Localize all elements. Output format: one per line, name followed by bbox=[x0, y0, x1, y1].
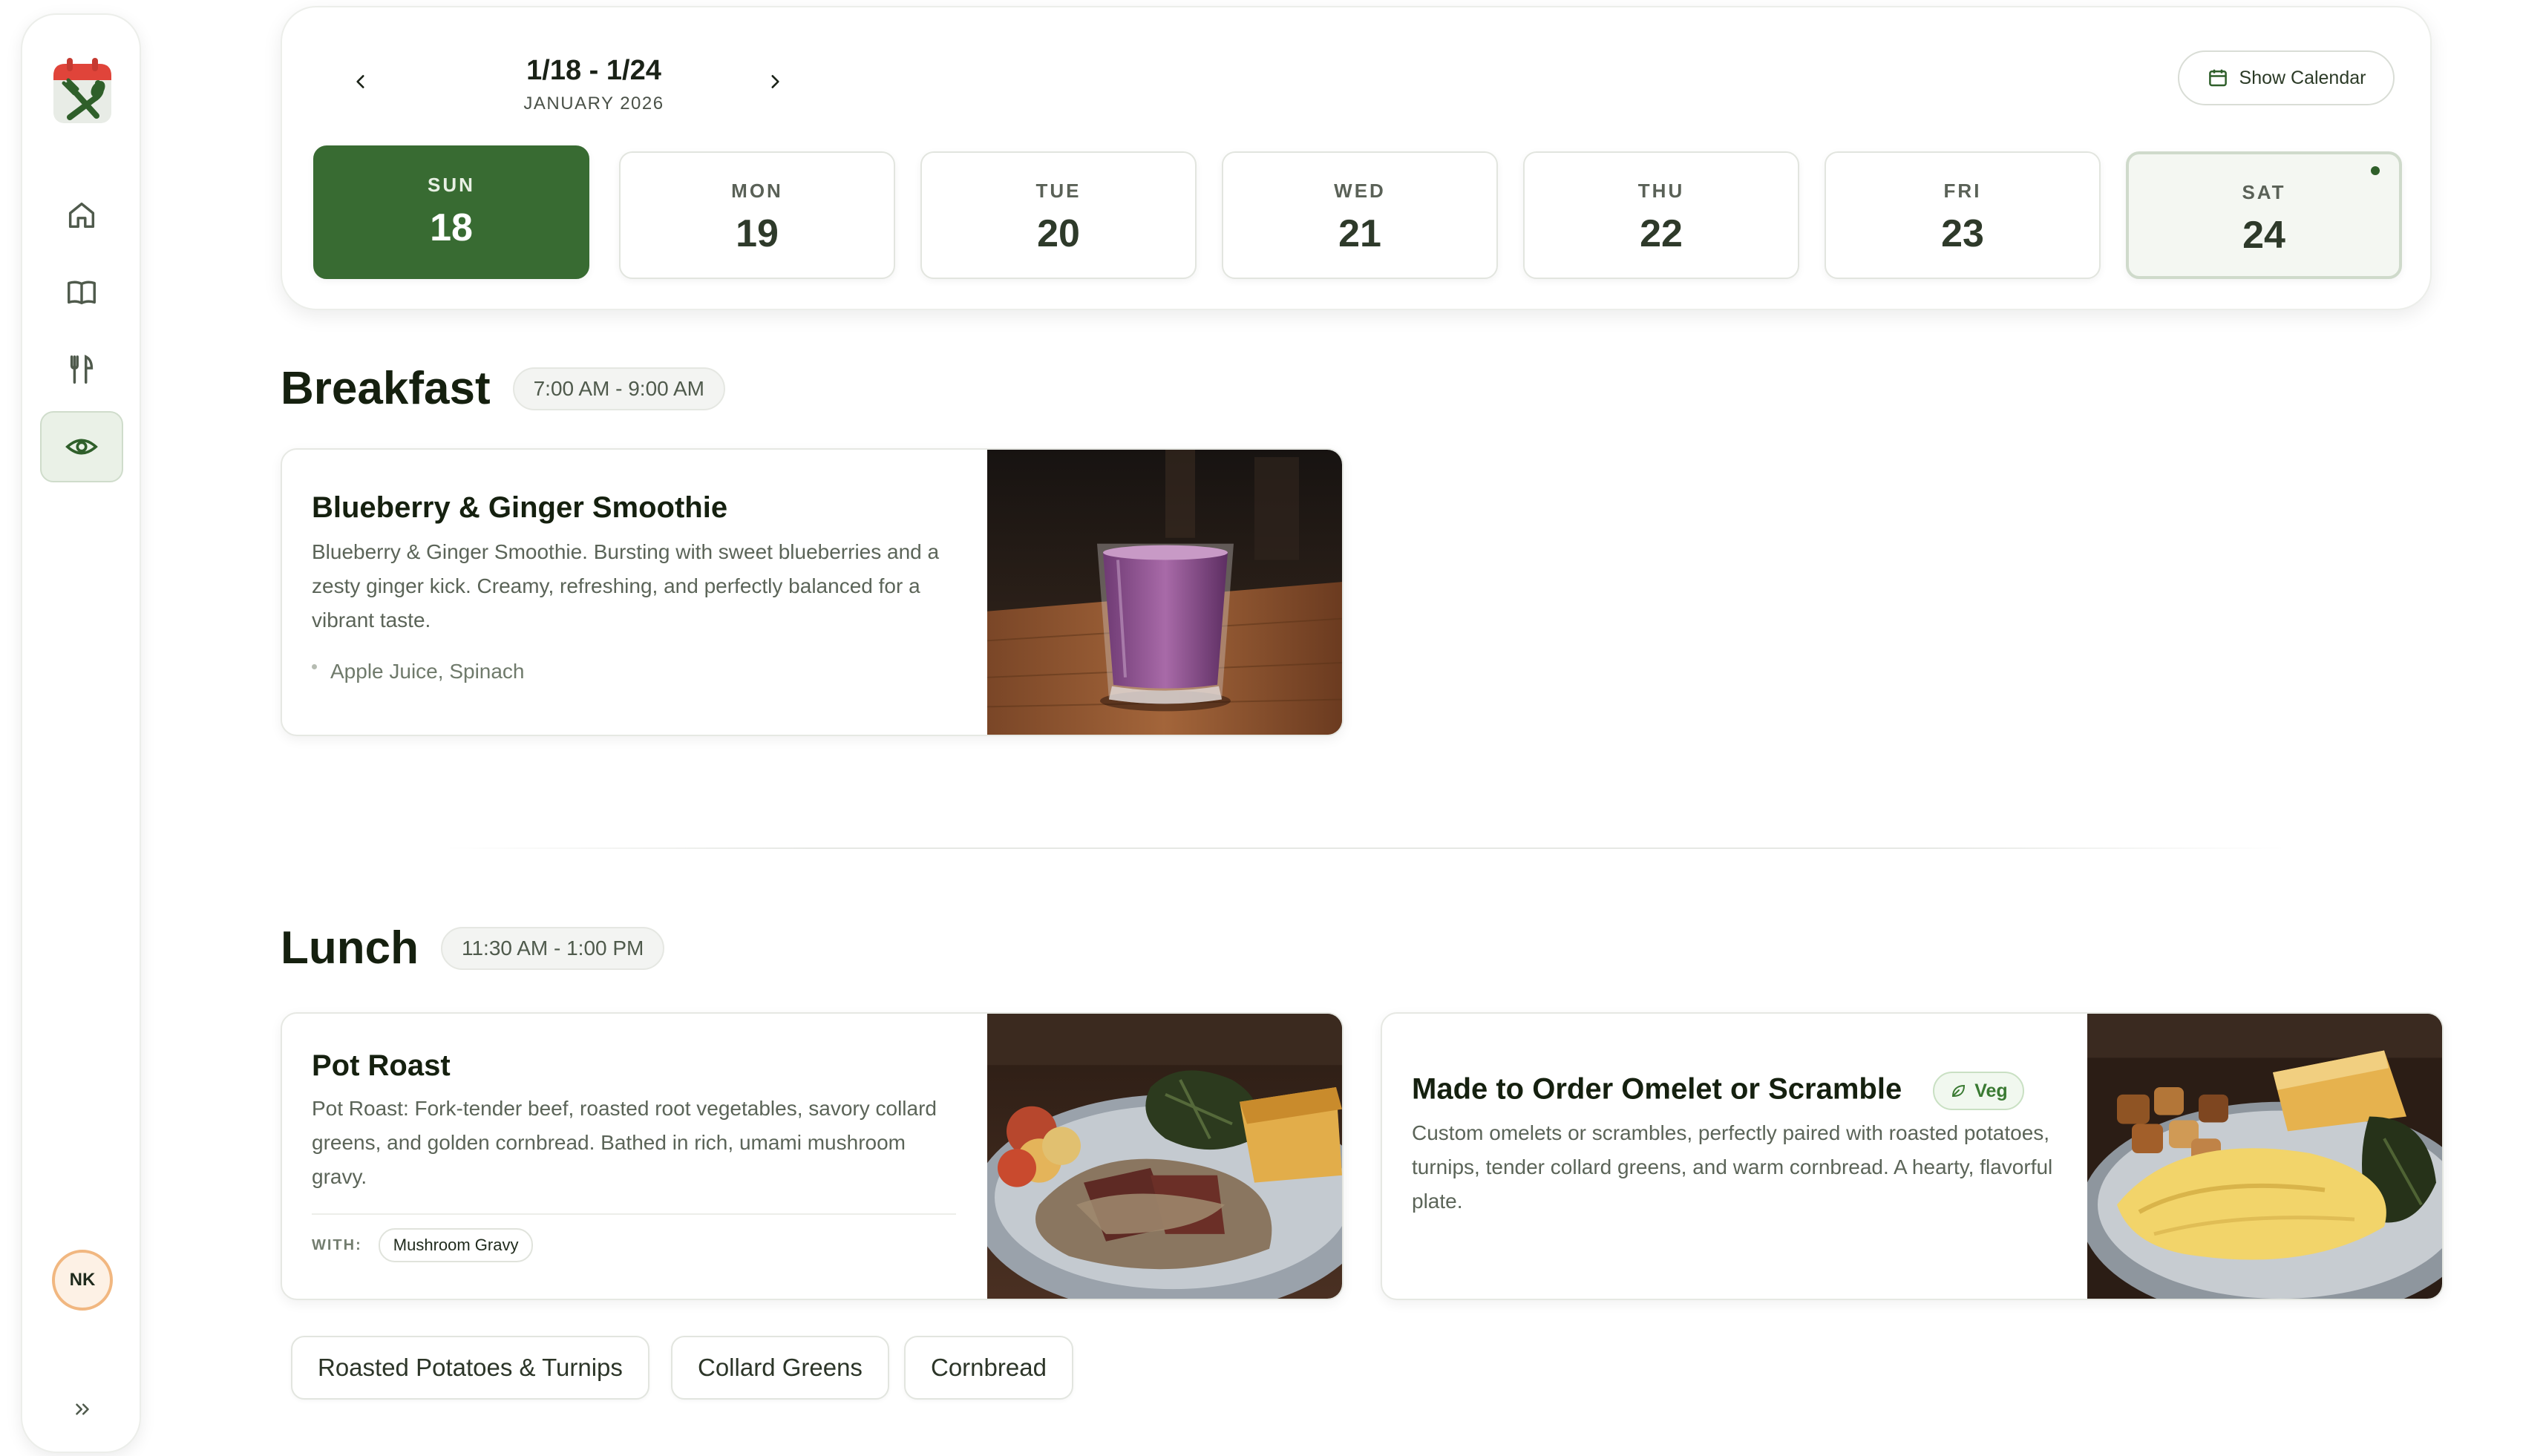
dish-description: Custom omelets or scrambles, perfectly p… bbox=[1412, 1121, 2053, 1213]
day-number: 23 bbox=[1941, 212, 1984, 255]
dish-description: Blueberry & Ginger Smoothie. Bursting wi… bbox=[312, 540, 940, 632]
week-month: JANUARY 2026 bbox=[523, 94, 664, 114]
chevron-left-icon bbox=[356, 75, 364, 88]
day-name: SAT bbox=[2242, 181, 2286, 203]
veg-badge: Veg bbox=[1933, 1072, 2024, 1110]
home-icon bbox=[68, 202, 95, 229]
dish-name: Pot Roast bbox=[312, 1049, 451, 1082]
day-name: MON bbox=[731, 180, 783, 202]
with-label: WITH: bbox=[312, 1236, 362, 1253]
meal-text: Pot Roast Pot Roast: Fork-tender beef, r… bbox=[312, 1049, 956, 1262]
week-range: 1/18 - 1/24 bbox=[526, 55, 661, 86]
dish-description: Pot Roast: Fork-tender beef, roasted roo… bbox=[312, 1097, 937, 1188]
dish-name-text: Made to Order Omelet or Scramble bbox=[1412, 1072, 1902, 1106]
day-tue[interactable]: TUE 20 bbox=[920, 151, 1197, 279]
day-number: 24 bbox=[2242, 214, 2285, 257]
meal-card-smoothie[interactable]: Blueberry & Ginger Smoothie Blueberry & … bbox=[281, 448, 1344, 736]
user-avatar[interactable]: NK bbox=[52, 1250, 113, 1311]
leaf-icon bbox=[1952, 1084, 1966, 1097]
utensils-calendar-logo-icon bbox=[53, 58, 111, 123]
meal-text: Made to Order Omelet or Scramble Veg Cust… bbox=[1412, 1072, 2056, 1219]
bullet bbox=[312, 663, 317, 669]
day-number: 20 bbox=[1037, 212, 1080, 255]
prev-week-button[interactable] bbox=[343, 64, 379, 99]
meal-card-omelet[interactable]: Made to Order Omelet or Scramble Veg Cust… bbox=[1381, 1012, 2444, 1300]
day-thu[interactable]: THU 22 bbox=[1523, 151, 1799, 279]
day-name: SUN bbox=[428, 174, 475, 196]
show-calendar-button[interactable]: Show Calendar bbox=[2178, 50, 2395, 105]
veg-label: Veg bbox=[1974, 1080, 2008, 1101]
omelet-image bbox=[2087, 1014, 2442, 1299]
show-calendar-label: Show Calendar bbox=[2239, 67, 2366, 88]
side-dish-chip[interactable]: Roasted Potatoes & Turnips bbox=[291, 1336, 649, 1400]
meal-text: Blueberry & Ginger Smoothie Blueberry & … bbox=[312, 491, 956, 683]
smoothie-image bbox=[987, 450, 1342, 735]
day-name: FRI bbox=[1943, 180, 1982, 202]
breakfast-title: Breakfast bbox=[281, 363, 491, 414]
dish-name: Made to Order Omelet or Scramble Veg bbox=[1412, 1072, 2056, 1110]
next-week-button[interactable] bbox=[757, 64, 793, 99]
day-mon[interactable]: MON 19 bbox=[619, 151, 895, 279]
day-number: 19 bbox=[736, 212, 779, 255]
with-row: WITH: Mushroom Gravy bbox=[312, 1213, 956, 1262]
lunch-title: Lunch bbox=[281, 922, 419, 974]
nav-recipes[interactable] bbox=[40, 257, 123, 328]
side-dish-chip[interactable]: Collard Greens bbox=[671, 1336, 889, 1400]
utensils-icon bbox=[70, 354, 94, 384]
with-chip: Mushroom Gravy bbox=[378, 1228, 534, 1262]
day-sat[interactable]: SAT 24 bbox=[2126, 151, 2402, 279]
week-nav: 1/18 - 1/24 JANUARY 2026 Show Calendar bbox=[282, 7, 2430, 126]
breakfast-time: 7:00 AM - 9:00 AM bbox=[512, 367, 725, 410]
day-fri[interactable]: FRI 23 bbox=[1825, 151, 2101, 279]
nav-menu[interactable] bbox=[40, 334, 123, 405]
dish-name: Blueberry & Ginger Smoothie bbox=[312, 491, 728, 524]
day-number: 18 bbox=[430, 206, 473, 249]
day-name: THU bbox=[1637, 180, 1685, 202]
section-divider bbox=[445, 847, 2286, 849]
day-wed[interactable]: WED 21 bbox=[1222, 151, 1498, 279]
sidebar: NK bbox=[21, 13, 141, 1453]
day-number: 22 bbox=[1640, 212, 1683, 255]
meal-card-pot-roast[interactable]: Pot Roast Pot Roast: Fork-tender beef, r… bbox=[281, 1012, 1344, 1300]
calendar-icon bbox=[2208, 69, 2227, 87]
nav-preview[interactable] bbox=[40, 411, 123, 482]
breakfast-header: Breakfast 7:00 AM - 9:00 AM bbox=[281, 362, 725, 415]
ingredients-text: Apple Juice, Spinach bbox=[330, 660, 525, 683]
book-icon bbox=[68, 281, 96, 305]
side-dish-chip[interactable]: Cornbread bbox=[904, 1336, 1073, 1400]
app-root: NK 1/18 - 1/24 JANUARY 2026 Show Calenda… bbox=[0, 0, 2546, 1456]
day-name: WED bbox=[1334, 180, 1386, 202]
eye-icon bbox=[65, 439, 98, 455]
double-chevron-right-icon bbox=[76, 1403, 89, 1415]
today-indicator bbox=[2371, 166, 2380, 175]
app-logo[interactable] bbox=[49, 53, 116, 135]
day-name: TUE bbox=[1035, 180, 1081, 202]
expand-sidebar-button[interactable] bbox=[61, 1388, 104, 1431]
chevron-right-icon bbox=[771, 75, 779, 88]
day-sun[interactable]: SUN 18 bbox=[313, 145, 589, 279]
pot-roast-image bbox=[987, 1014, 1342, 1299]
lunch-time: 11:30 AM - 1:00 PM bbox=[440, 926, 665, 970]
lunch-header: Lunch 11:30 AM - 1:00 PM bbox=[281, 922, 665, 974]
week-selector: 1/18 - 1/24 JANUARY 2026 Show Calendar S… bbox=[281, 6, 2432, 310]
nav-home[interactable] bbox=[40, 180, 123, 251]
day-number: 21 bbox=[1338, 212, 1381, 255]
ingredients: Apple Juice, Spinach bbox=[312, 660, 956, 683]
